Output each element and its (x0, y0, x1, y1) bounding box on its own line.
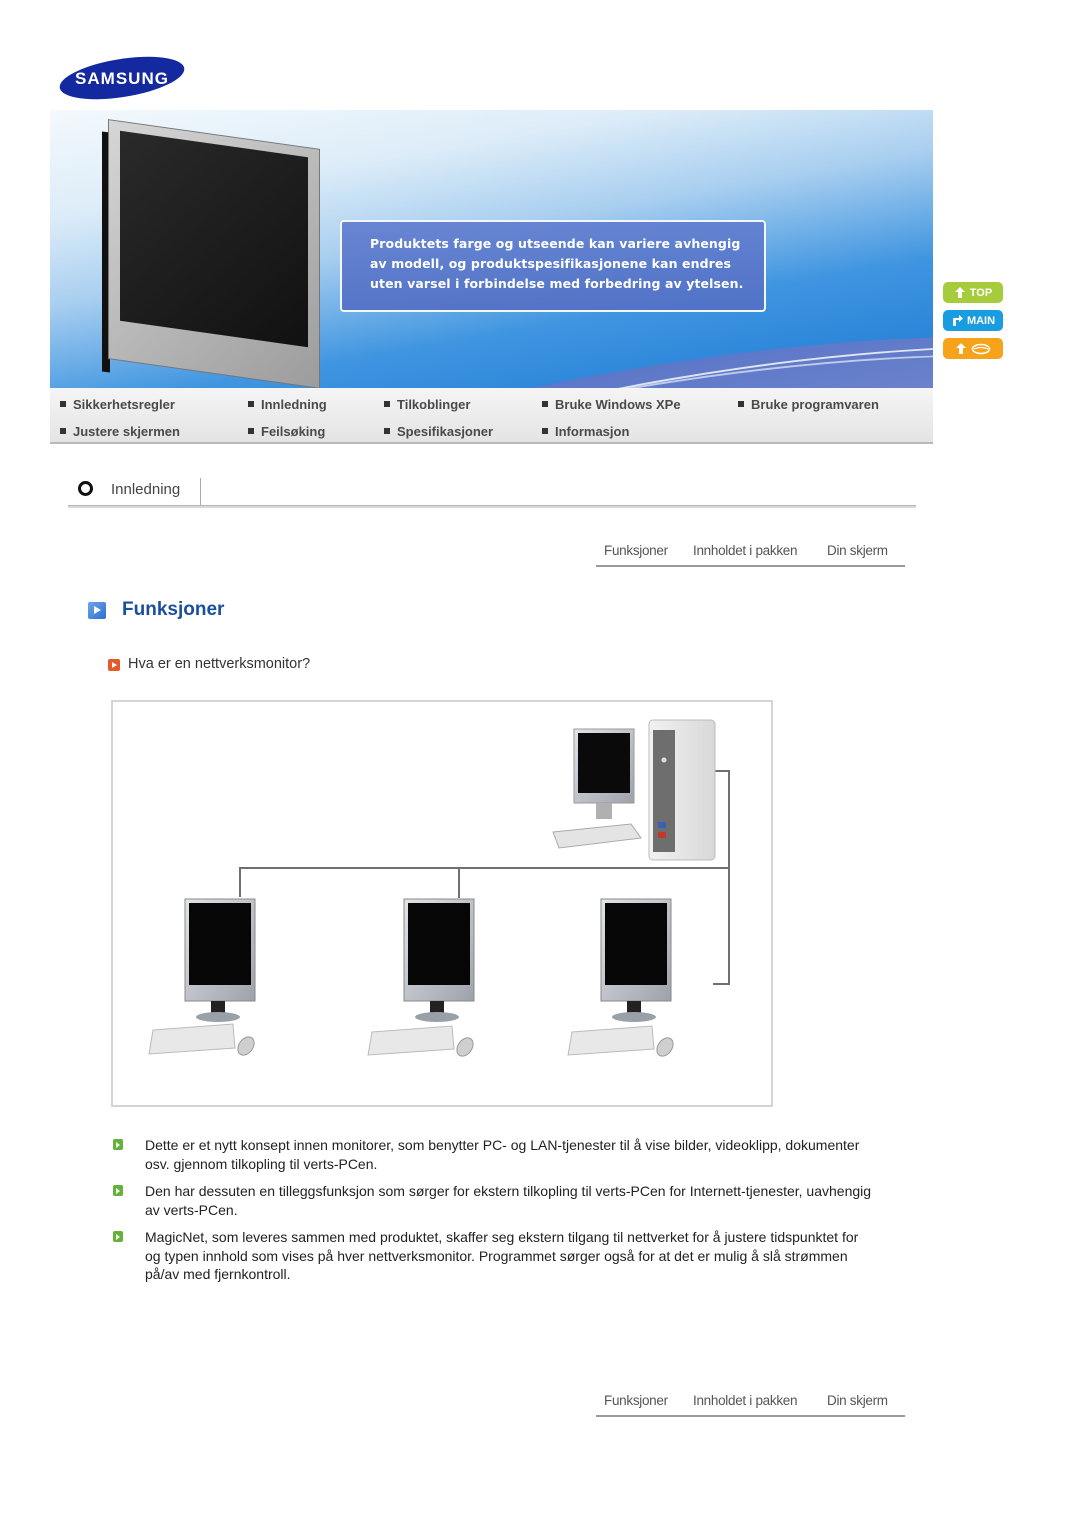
sub-heading: Hva er en nettverksmonitor? (128, 656, 311, 672)
arrow-up-icon (954, 287, 965, 298)
nav-item-justere-skjermen[interactable]: Justere skjermen (60, 424, 180, 439)
top-button[interactable]: TOP (943, 282, 1003, 303)
network-monitor-image (567, 898, 674, 1057)
nav-item-tilkoblinger[interactable]: Tilkoblinger (384, 397, 470, 412)
network-monitor-image (367, 898, 475, 1057)
bullet-arrow-icon (113, 1231, 123, 1242)
cd-button[interactable] (943, 338, 1003, 359)
hero-banner: Produktets farge og utseende kan variere… (50, 110, 933, 388)
main-navigation: Sikkerhetsregler Innledning Tilkoblinger… (50, 388, 933, 444)
subnav-din-skjerm[interactable]: Din skjerm (827, 543, 888, 558)
list-item: Den har dessuten en tilleggsfunksjon som… (112, 1182, 872, 1219)
section-header: Innledning (68, 474, 916, 510)
cd-disc-icon (971, 343, 991, 355)
nav-item-bruke-windows-xpe[interactable]: Bruke Windows XPe (542, 397, 681, 412)
divider (200, 478, 201, 506)
product-notice: Produktets farge og utseende kan variere… (340, 220, 766, 312)
nav-item-sikkerhetsregler[interactable]: Sikkerhetsregler (60, 397, 175, 412)
circle-icon (78, 481, 93, 496)
samsung-logo: SAMSUNG (58, 56, 186, 100)
notice-line: av modell, og produktspesifikasjonene ka… (370, 256, 732, 271)
main-button[interactable]: MAIN (943, 310, 1003, 331)
host-pc-image (552, 719, 716, 861)
sub-navigation-top: Funksjoner Innholdet i pakken Din skjerm (596, 537, 905, 567)
subnav-funksjoner[interactable]: Funksjoner (604, 1393, 668, 1408)
monitor-image (102, 119, 320, 388)
list-item-text: Dette er et nytt konsept innen monitorer… (145, 1137, 860, 1172)
nav-item-feilsoking[interactable]: Feilsøking (248, 424, 325, 439)
notice-line: uten varsel i forbindelse med forbedring… (370, 276, 744, 291)
network-diagram (111, 700, 773, 1107)
turn-arrow-icon (952, 315, 963, 326)
notice-line: Produktets farge og utseende kan variere… (370, 236, 741, 251)
bullet-arrow-icon (113, 1185, 123, 1196)
nav-item-informasjon[interactable]: Informasjon (542, 424, 629, 439)
list-item: MagicNet, som leveres sammen med produkt… (112, 1228, 872, 1284)
network-monitor-image (148, 898, 256, 1056)
arrow-up-icon (956, 343, 966, 354)
subnav-din-skjerm[interactable]: Din skjerm (827, 1393, 888, 1408)
nav-item-spesifikasjoner[interactable]: Spesifikasjoner (384, 424, 493, 439)
subnav-funksjoner[interactable]: Funksjoner (604, 543, 668, 558)
main-button-label: MAIN (966, 314, 996, 327)
nav-item-innledning[interactable]: Innledning (248, 397, 327, 412)
list-item-text: MagicNet, som leveres sammen med produkt… (145, 1229, 859, 1282)
svg-text:SAMSUNG: SAMSUNG (75, 69, 169, 88)
play-arrow-icon (108, 659, 120, 671)
section-title: Innledning (111, 481, 181, 498)
bullet-arrow-icon (113, 1139, 123, 1150)
subnav-innholdet-i-pakken[interactable]: Innholdet i pakken (693, 543, 797, 558)
list-item: Dette er et nytt konsept innen monitorer… (112, 1136, 872, 1173)
sub-navigation-bottom: Funksjoner Innholdet i pakken Din skjerm (596, 1387, 905, 1417)
list-item-text: Den har dessuten en tilleggsfunksjon som… (145, 1183, 872, 1218)
nav-item-bruke-programvaren[interactable]: Bruke programvaren (738, 397, 879, 412)
top-button-label: TOP (969, 286, 993, 299)
feature-list: Dette er et nytt konsept innen monitorer… (112, 1136, 872, 1293)
subnav-innholdet-i-pakken[interactable]: Innholdet i pakken (693, 1393, 797, 1408)
divider (68, 505, 916, 508)
play-arrow-icon (88, 602, 106, 619)
page-title: Funksjoner (122, 599, 225, 620)
